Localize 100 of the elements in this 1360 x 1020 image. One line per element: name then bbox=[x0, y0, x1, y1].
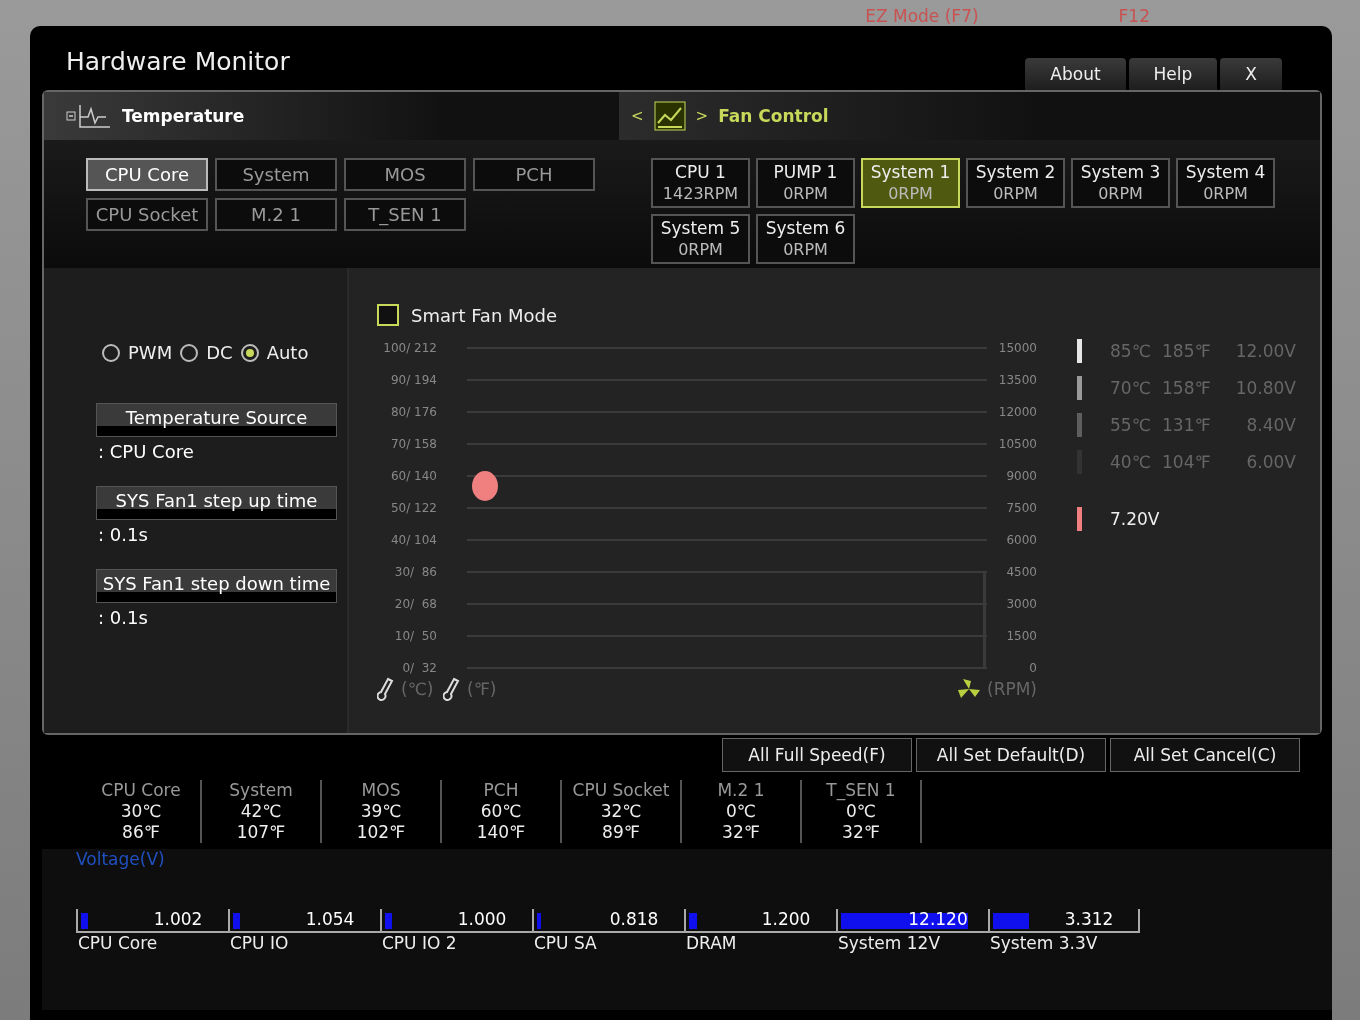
window-button[interactable]: X bbox=[1220, 58, 1282, 90]
section-title: Temperature bbox=[122, 106, 245, 126]
setting-button[interactable]: SYS Fan1 step up time bbox=[96, 486, 337, 520]
legend-voltage: 12.00V bbox=[1234, 341, 1296, 361]
axis-label: 12000 bbox=[998, 405, 1037, 419]
fan-icon bbox=[957, 678, 981, 700]
celsius-reading: 0℃ bbox=[726, 801, 756, 822]
monitor-chart-icon bbox=[66, 103, 112, 129]
axis-label: 9000 bbox=[1006, 469, 1037, 483]
unit-label: (℃) bbox=[401, 679, 435, 699]
sensor-name: CPU Core bbox=[101, 780, 181, 801]
fahrenheit-reading: 140℉ bbox=[476, 822, 526, 843]
prev-arrow[interactable]: < bbox=[631, 107, 644, 125]
rail-name: CPU SA bbox=[534, 933, 597, 953]
fan-button[interactable]: CPU 1 1423RPM bbox=[651, 158, 750, 208]
fan-chart-icon bbox=[653, 101, 686, 131]
fan-button[interactable]: System 5 0RPM bbox=[651, 214, 750, 264]
sensor-button[interactable]: PCH bbox=[473, 158, 595, 191]
action-button[interactable]: All Full Speed(F) bbox=[722, 738, 912, 772]
fahrenheit-reading: 32℉ bbox=[842, 822, 880, 843]
celsius-reading: 39℃ bbox=[360, 801, 402, 822]
voltage-value: 0.818 bbox=[608, 909, 660, 929]
rail-name: CPU IO 2 bbox=[382, 933, 457, 953]
axis-label: 20/ 68 bbox=[394, 597, 437, 611]
axis-label: 7500 bbox=[1006, 501, 1037, 515]
axis-label: 15000 bbox=[998, 341, 1037, 355]
fahrenheit-reading: 89℉ bbox=[602, 822, 640, 843]
section-title: Fan Control bbox=[718, 106, 829, 126]
setting-value: : 0.1s bbox=[98, 524, 149, 545]
sensor-name: T_SEN 1 bbox=[826, 780, 896, 801]
sensor-button[interactable]: CPU Socket bbox=[86, 198, 208, 231]
action-button[interactable]: All Set Default(D) bbox=[916, 738, 1106, 772]
legend-voltage: 10.80V bbox=[1234, 378, 1296, 398]
legend-fahrenheit: 158℉ bbox=[1162, 378, 1212, 398]
axis-label: 10/ 50 bbox=[394, 629, 437, 643]
mode-radio[interactable]: DC bbox=[180, 342, 233, 363]
sensor-name: MOS bbox=[361, 780, 401, 801]
axis-label: 3000 bbox=[1006, 597, 1037, 611]
sensor-button[interactable]: CPU Core bbox=[86, 158, 208, 191]
voltage-value: 1.200 bbox=[760, 909, 812, 929]
rail-name: System 3.3V bbox=[990, 933, 1098, 953]
mode-radio[interactable]: PWM bbox=[102, 342, 173, 363]
legend-fahrenheit: 131℉ bbox=[1162, 415, 1212, 435]
legend-fahrenheit: 104℉ bbox=[1162, 452, 1212, 472]
window-title: Hardware Monitor bbox=[65, 45, 290, 76]
fan-button[interactable]: System 4 0RPM bbox=[1176, 158, 1275, 208]
smart-fan-checkbox[interactable]: Smart Fan Mode bbox=[377, 304, 558, 326]
axis-label: 30/ 86 bbox=[394, 565, 437, 579]
celsius-reading: 42℃ bbox=[240, 801, 282, 822]
rail-name: DRAM bbox=[686, 933, 737, 953]
fan-button[interactable]: System 3 0RPM bbox=[1071, 158, 1170, 208]
fan-button[interactable]: System 6 0RPM bbox=[756, 214, 855, 264]
setting-button[interactable]: SYS Fan1 step down time bbox=[96, 569, 337, 603]
celsius-reading: 30℃ bbox=[120, 801, 162, 822]
curve-point[interactable] bbox=[472, 471, 498, 501]
rail-name: CPU IO bbox=[230, 933, 289, 953]
sensor-name: M.2 1 bbox=[717, 780, 765, 801]
fahrenheit-reading: 32℉ bbox=[722, 822, 760, 843]
action-button[interactable]: All Set Cancel(C) bbox=[1110, 738, 1300, 772]
axis-label: 40/ 104 bbox=[390, 533, 437, 547]
sensor-button[interactable]: System bbox=[215, 158, 337, 191]
axis-label: 0 bbox=[1029, 661, 1037, 675]
axis-label: 90/ 194 bbox=[390, 373, 437, 387]
thermometer-icon bbox=[377, 677, 395, 701]
celsius-reading: 32℃ bbox=[600, 801, 642, 822]
axis-label: 70/ 158 bbox=[390, 437, 437, 451]
setting-value: : CPU Core bbox=[98, 441, 195, 462]
current-voltage: 7.20V bbox=[1110, 509, 1161, 529]
rail-name: CPU Core bbox=[78, 933, 158, 953]
fan-button[interactable]: System 2 0RPM bbox=[966, 158, 1065, 208]
window-button[interactable]: Help bbox=[1128, 58, 1218, 90]
sensor-button[interactable]: M.2 1 bbox=[215, 198, 337, 231]
axis-label: 13500 bbox=[998, 373, 1037, 387]
voltage-value: 3.312 bbox=[1063, 909, 1115, 929]
sensor-button[interactable]: MOS bbox=[344, 158, 466, 191]
setting-button[interactable]: Temperature Source bbox=[96, 403, 337, 437]
setting-value: : 0.1s bbox=[98, 607, 149, 628]
axis-label: 80/ 176 bbox=[390, 405, 437, 419]
next-arrow[interactable]: > bbox=[695, 107, 709, 125]
sensor-name: CPU Socket bbox=[572, 780, 670, 801]
legend-celsius: 85℃ bbox=[1110, 341, 1152, 361]
sensor-name: PCH bbox=[483, 780, 519, 801]
axis-label: 6000 bbox=[1006, 533, 1037, 547]
rail-name: System 12V bbox=[838, 933, 941, 953]
sensor-button[interactable]: T_SEN 1 bbox=[344, 198, 466, 231]
fan-button[interactable]: PUMP 1 0RPM bbox=[756, 158, 855, 208]
celsius-reading: 0℃ bbox=[846, 801, 876, 822]
axis-label: 1500 bbox=[1006, 629, 1037, 643]
axis-label: 100/ 212 bbox=[383, 341, 437, 355]
sensor-name: System bbox=[229, 780, 293, 801]
mode-radio[interactable]: Auto bbox=[240, 342, 309, 363]
axis-label: 10500 bbox=[998, 437, 1037, 451]
axis-label: 4500 bbox=[1006, 565, 1037, 579]
axis-label: 60/ 140 bbox=[390, 469, 437, 483]
unit-label: (RPM) bbox=[987, 679, 1038, 699]
voltage-value: 1.002 bbox=[152, 909, 204, 929]
fahrenheit-reading: 107℉ bbox=[236, 822, 286, 843]
window-button[interactable]: About bbox=[1025, 58, 1126, 90]
fan-button[interactable]: System 1 0RPM bbox=[861, 158, 960, 208]
legend-celsius: 40℃ bbox=[1110, 452, 1152, 472]
